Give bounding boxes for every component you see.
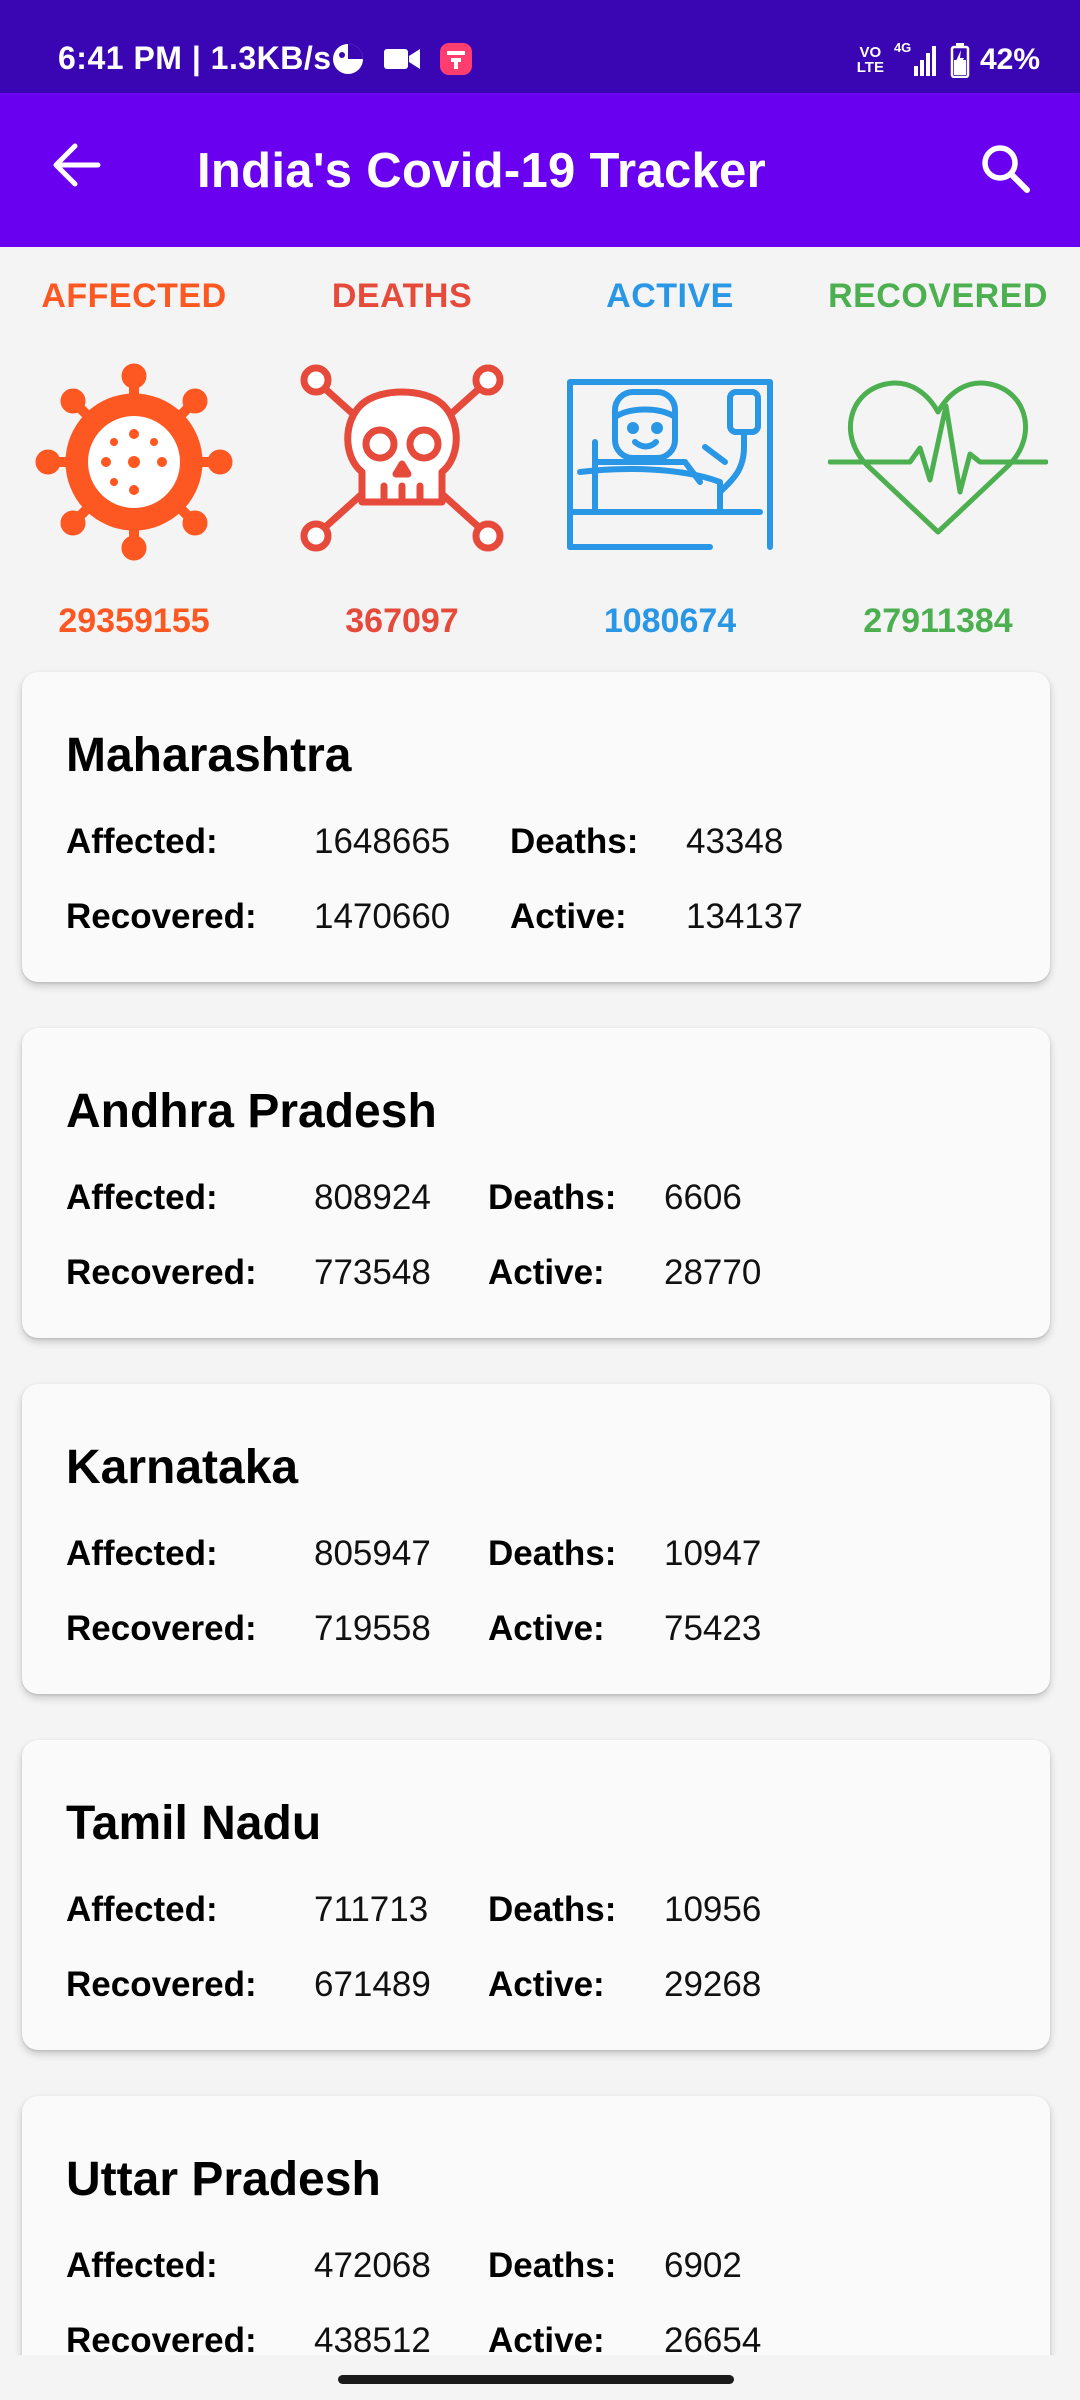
deaths-value: 6902: [664, 2246, 742, 2285]
state-card-maharashtra[interactable]: Maharashtra Affected: 1648665 Deaths: 43…: [22, 672, 1050, 982]
stat-value: 1080674: [603, 602, 737, 640]
recovered-label: Recovered:: [66, 1253, 257, 1292]
deaths-value: 43348: [686, 822, 784, 861]
recovered-value: 1470660: [314, 897, 451, 936]
recovered-value: 773548: [314, 1253, 431, 1292]
recovered-label: Recovered:: [66, 897, 257, 936]
deaths-label: Deaths:: [510, 822, 639, 861]
active-label: Active:: [488, 1253, 605, 1292]
deaths-value: 10947: [664, 1534, 762, 1573]
recovered-value: 671489: [314, 1965, 431, 2004]
stat-label: ACTIVE: [606, 277, 734, 315]
deaths-label: Deaths:: [488, 2246, 617, 2285]
skull-crossbones-icon: [300, 364, 504, 552]
lte-label: LTE: [856, 59, 884, 76]
status-bar: 6:41 PM | 1.3KB/s VO LTE 4G 42%: [0, 0, 1080, 93]
active-label: Active:: [488, 1609, 605, 1648]
affected-label: Affected:: [66, 822, 218, 861]
app-notification-icon: [440, 43, 472, 75]
volte-indicator: VO LTE: [857, 45, 884, 75]
back-button[interactable]: [44, 133, 108, 197]
app-bar: India's Covid-19 Tracker: [0, 93, 1080, 247]
state-name: Tamil Nadu: [66, 1797, 322, 1850]
battery-icon: [950, 43, 970, 78]
deaths-value: 6606: [664, 1178, 742, 1217]
data-saver-icon: [333, 44, 363, 74]
state-card-tamil-nadu[interactable]: Tamil Nadu Affected: 711713 Deaths: 1095…: [22, 1740, 1050, 2050]
recovered-label: Recovered:: [66, 1609, 257, 1648]
volte-label: VO: [859, 44, 882, 61]
battery-percent: 42%: [979, 43, 1040, 76]
active-value: 29268: [664, 1965, 762, 2004]
affected-label: Affected:: [66, 1178, 218, 1217]
virus-icon: [35, 363, 233, 561]
state-name: Uttar Pradesh: [66, 2153, 381, 2206]
stat-label: AFFECTED: [41, 277, 227, 315]
deaths-label: Deaths:: [488, 1890, 617, 1929]
affected-value: 1648665: [314, 822, 451, 861]
status-right: VO LTE 4G 42%: [857, 40, 1040, 80]
patient-bed-icon: [567, 379, 773, 550]
stat-deaths: DEATHS 367097: [282, 247, 522, 647]
state-name: Maharashtra: [66, 729, 352, 782]
stat-value: 27911384: [863, 602, 1013, 640]
recovered-label: Recovered:: [66, 1965, 257, 2004]
stat-label: RECOVERED: [828, 277, 1048, 315]
state-card-karnataka[interactable]: Karnataka Affected: 805947 Deaths: 10947…: [22, 1384, 1050, 1694]
deaths-value: 10956: [664, 1890, 762, 1929]
arrow-left-icon: [53, 143, 101, 187]
active-label: Active:: [510, 897, 627, 936]
affected-value: 805947: [314, 1534, 431, 1573]
affected-label: Affected:: [66, 1534, 218, 1573]
signal-icon: 4G: [894, 40, 940, 78]
video-camera-icon: [384, 49, 420, 69]
recovered-value: 719558: [314, 1609, 431, 1648]
stat-label: DEATHS: [331, 277, 473, 315]
stat-affected: AFFECTED 29359155: [14, 247, 254, 647]
stat-value: 29359155: [58, 602, 210, 640]
active-value: 28770: [664, 1253, 762, 1292]
heartbeat-icon: [828, 380, 1048, 535]
home-gesture-bar[interactable]: [338, 2375, 734, 2384]
state-name: Andhra Pradesh: [66, 1085, 437, 1138]
active-value: 75423: [664, 1609, 762, 1648]
stat-active: ACTIVE 1080674: [550, 247, 790, 647]
affected-value: 808924: [314, 1178, 431, 1217]
deaths-label: Deaths:: [488, 1534, 617, 1573]
active-value: 134137: [686, 897, 803, 936]
app-title: India's Covid-19 Tracker: [197, 144, 766, 198]
status-time: 6:41 PM | 1.3KB/s: [58, 40, 332, 76]
state-name: Karnataka: [66, 1441, 299, 1494]
affected-value: 472068: [314, 2246, 431, 2285]
affected-value: 711713: [314, 1890, 429, 1929]
deaths-label: Deaths:: [488, 1178, 617, 1217]
search-button[interactable]: [970, 133, 1040, 203]
search-icon: [982, 145, 1030, 193]
affected-label: Affected:: [66, 2246, 218, 2285]
stat-recovered: RECOVERED 27911384: [818, 247, 1058, 647]
active-label: Active:: [488, 1965, 605, 2004]
affected-label: Affected:: [66, 1890, 218, 1929]
stat-value: 367097: [345, 602, 459, 640]
summary-stats: AFFECTED 29359155 DEATHS 367097 ACTIVE 1…: [0, 247, 1080, 667]
status-notification-icons: [330, 40, 474, 78]
state-card-andhra-pradesh[interactable]: Andhra Pradesh Affected: 808924 Deaths: …: [22, 1028, 1050, 1338]
